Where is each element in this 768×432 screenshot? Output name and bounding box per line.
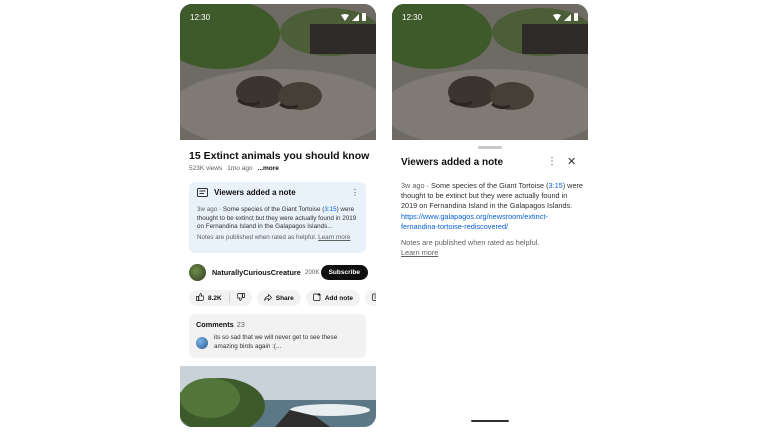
view-count: 523K views (189, 165, 223, 172)
top-comment-text: its so sad that we will never get to see… (214, 334, 338, 350)
share-label: Share (275, 294, 294, 302)
status-icons (553, 13, 578, 21)
top-comment: its so sad that we will never get to see… (196, 334, 359, 351)
note-text: Some species of the Giant Tortoise ( (222, 206, 325, 213)
wifi-icon (553, 13, 561, 21)
more-vert-icon[interactable]: ⋮ (547, 156, 557, 167)
status-bar: 12:30 (180, 4, 376, 30)
note-body: 3w ago · Some species of the Giant Torto… (197, 206, 357, 231)
wifi-icon (341, 13, 349, 21)
home-indicator (471, 420, 509, 422)
source-url-link[interactable]: https://www.galapagos.org/newsroom/extin… (401, 212, 548, 231)
subscriber-count: 200K (304, 268, 320, 276)
sheet-title: Viewers added a note (401, 157, 504, 168)
sheet-footer-text: Notes are published when rated as helpfu… (401, 238, 540, 247)
signal-icon (564, 13, 571, 21)
action-bar: 8.2K Share Add note Sa (189, 290, 376, 306)
comments-label: Comments (196, 320, 234, 329)
like-count[interactable]: 8.2K (208, 295, 222, 302)
viewer-note-card[interactable]: Viewers added a note ⋮ 3w ago · Some spe… (189, 182, 366, 253)
sheet-timestamp-link[interactable]: 3:15 (549, 181, 563, 190)
signal-icon (352, 13, 359, 21)
sheet-footer: Notes are published when rated as helpfu… (401, 238, 581, 258)
thumbs-down-icon[interactable] (236, 293, 245, 303)
upload-age: 1mo ago (227, 165, 253, 172)
note-header: Viewers added a note (197, 188, 358, 197)
add-note-icon (312, 293, 321, 303)
more-vert-icon[interactable]: ⋮ (351, 188, 359, 197)
status-icons (341, 13, 366, 21)
add-note-label: Add note (324, 294, 353, 302)
share-icon (263, 293, 272, 303)
sheet-note-age: 3w ago (401, 181, 425, 190)
drag-handle[interactable] (478, 146, 502, 149)
learn-more-link[interactable]: Learn more (318, 234, 350, 241)
channel-name[interactable]: NaturallyCuriousCreature (212, 268, 301, 277)
note-age: 3w ago (197, 206, 218, 213)
coast-image (180, 366, 376, 427)
status-bar: 12:30 (392, 4, 588, 30)
more-link[interactable]: ...more (258, 165, 279, 172)
commenter-avatar (196, 337, 208, 349)
close-icon[interactable]: ✕ (567, 155, 576, 168)
save-icon (372, 293, 376, 303)
video-title: 15 Extinct animals you should know (189, 150, 370, 162)
like-dislike-pill: 8.2K (189, 290, 252, 306)
sheet-note-text: Some species of the Giant Tortoise ( (431, 181, 549, 190)
battery-icon (362, 13, 366, 21)
next-video-thumbnail[interactable] (180, 366, 376, 427)
note-heading: Viewers added a note (214, 188, 296, 197)
note-timestamp-link[interactable]: 3:15 (324, 206, 336, 213)
sheet-learn-more-link[interactable]: Learn more (401, 248, 581, 258)
phone-right: 12:30 Viewers added a note ⋮ ✕ 3w ago · … (392, 4, 588, 427)
status-time: 12:30 (190, 12, 211, 22)
note-icon (197, 188, 208, 197)
subscribe-button[interactable]: Subscribe (320, 264, 368, 280)
share-button[interactable]: Share (256, 290, 301, 306)
comments-count: 23 (236, 320, 245, 329)
video-meta: 523K views 1mo ago ...more (189, 165, 279, 172)
sheet-body: 3w ago · Some species of the Giant Torto… (401, 181, 583, 231)
battery-icon (574, 13, 578, 21)
phone-left: 12:30 15 Extinct animals you should know… (180, 4, 376, 427)
status-time: 12:30 (402, 12, 423, 22)
channel-avatar[interactable] (189, 263, 206, 281)
save-button[interactable]: Sa (364, 290, 376, 306)
channel-row: NaturallyCuriousCreature 200K Subscribe (189, 263, 369, 281)
comments-header: Comments 23 (196, 320, 359, 329)
note-bottom-sheet: Viewers added a note ⋮ ✕ 3w ago · Some s… (392, 142, 588, 427)
thumbs-up-icon[interactable] (196, 293, 205, 303)
comments-section[interactable]: Comments 23 its so sad that we will never… (189, 314, 366, 358)
add-note-button[interactable]: Add note (305, 290, 360, 306)
divider (228, 293, 230, 303)
note-footer: Notes are published when rated as helpfu… (197, 234, 358, 241)
note-footer-text: Notes are published when rated as helpfu… (197, 233, 317, 241)
